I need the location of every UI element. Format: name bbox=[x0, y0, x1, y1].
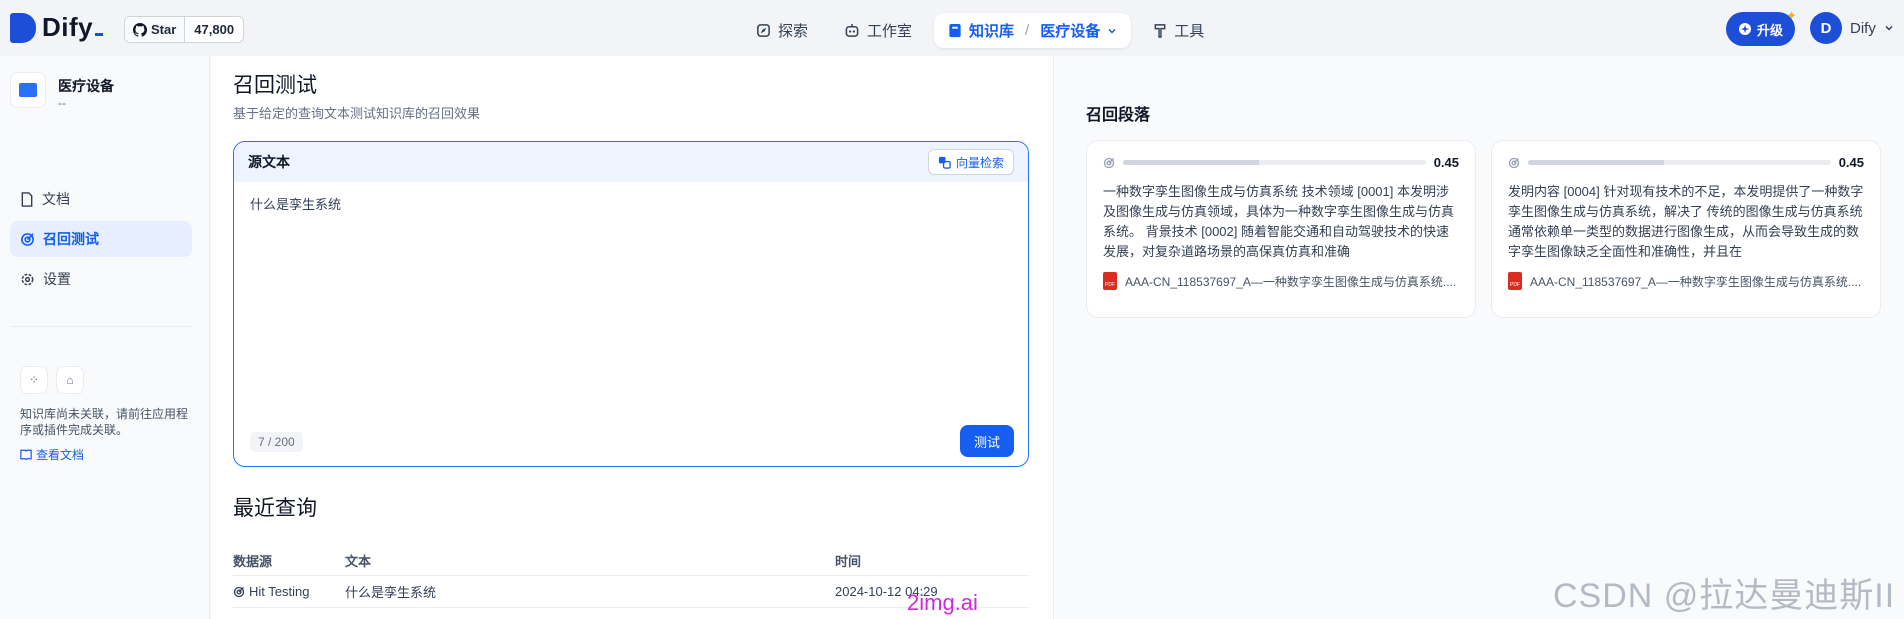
target-icon bbox=[1103, 157, 1115, 168]
column-header: 时间 bbox=[835, 554, 862, 569]
book-icon bbox=[949, 23, 961, 38]
github-star-label: Star bbox=[151, 22, 177, 37]
main-panel: 召回测试 基于给定的查询文本测试知识库的召回效果 源文本 向量检索 什么是孪生系… bbox=[211, 56, 1053, 619]
logo-text: Dify bbox=[42, 12, 103, 43]
dify-logo[interactable]: Dify bbox=[10, 12, 103, 43]
retrieval-method-button[interactable]: 向量检索 bbox=[927, 149, 1014, 175]
score-bar bbox=[1528, 160, 1831, 165]
source-text: Hit Testing bbox=[249, 584, 310, 599]
nav-knowledge[interactable]: 知识库 / 医疗设备 bbox=[934, 13, 1132, 48]
query-textarea[interactable]: 什么是孪生系统 bbox=[234, 182, 1028, 225]
column-header: 文本 bbox=[345, 554, 372, 569]
upgrade-button[interactable]: 升级 ✦ bbox=[1726, 8, 1797, 46]
folder-icon bbox=[10, 72, 46, 108]
csdn-watermark: CSDN @拉达曼迪斯II bbox=[1553, 577, 1896, 615]
star-icon: ✦ bbox=[1786, 8, 1798, 23]
score-row: 0.45 bbox=[1508, 155, 1864, 170]
vector-search-icon bbox=[938, 156, 951, 169]
results-title: 召回段落 bbox=[1086, 107, 1151, 124]
gear-icon bbox=[21, 273, 34, 285]
nav-tools[interactable]: 工具 bbox=[1139, 13, 1218, 48]
score-bar-fill bbox=[1123, 160, 1260, 165]
dataset-name: 医疗设备 bbox=[58, 78, 114, 94]
app-icon: ⁘ bbox=[20, 366, 48, 394]
page-subtitle: 基于给定的查询文本测试知识库的召回效果 bbox=[233, 106, 481, 121]
sidebar-item-documents[interactable]: 文档 bbox=[10, 181, 192, 217]
retrieval-method-label: 向量检索 bbox=[955, 155, 1004, 170]
pdf-icon: PDF bbox=[1103, 272, 1117, 290]
dataset-desc: -- bbox=[58, 96, 66, 110]
dataset-info: 医疗设备 -- bbox=[10, 72, 114, 110]
view-docs-label: 查看文档 bbox=[36, 448, 85, 462]
char-count: 7 / 200 bbox=[250, 432, 303, 452]
document-name: AAA-CN_118537697_A—一种数字孪生图像生成与仿真系统.... bbox=[1125, 274, 1457, 289]
segment-card[interactable]: 0.45 发明内容 [0004] 针对现有技术的不足，本发明提供了一种数字孪生图… bbox=[1491, 140, 1881, 318]
top-bar: Dify Star 47,800 探索 工作室 知识库 / 医疗设备 工具 升级… bbox=[0, 0, 1904, 56]
score-value: 0.45 bbox=[1433, 155, 1459, 170]
user-menu[interactable]: D Dify bbox=[1810, 12, 1894, 44]
score-row: 0.45 bbox=[1103, 155, 1459, 170]
target-icon bbox=[21, 232, 34, 246]
document-icon bbox=[21, 191, 33, 207]
sidebar: 医疗设备 -- 文档 召回测试 设置 ⁘ ⌂ 知识库尚未关联，请前往应用程序或插… bbox=[0, 56, 210, 619]
nav-explore[interactable]: 探索 bbox=[742, 13, 822, 48]
query-box-label: 源文本 bbox=[248, 154, 290, 170]
target-icon bbox=[233, 586, 245, 597]
pdf-icon: PDF bbox=[1508, 272, 1522, 290]
github-star-button[interactable]: Star 47,800 bbox=[124, 16, 245, 43]
unlinked-tip: ⁘ ⌂ 知识库尚未关联，请前往应用程序或插件完成关联。 查看文档 bbox=[20, 366, 190, 463]
robot-icon bbox=[845, 23, 859, 37]
nav-tools-label: 工具 bbox=[1174, 23, 1205, 40]
logo-mark bbox=[10, 12, 36, 43]
query-text-cell: 什么是孪生系统 bbox=[345, 585, 437, 600]
site-watermark: 2img.ai bbox=[907, 590, 978, 615]
sidebar-item-settings[interactable]: 设置 bbox=[10, 261, 192, 297]
upgrade-label: 升级 bbox=[1757, 22, 1784, 38]
segment-content: 发明内容 [0004] 针对现有技术的不足，本发明提供了一种数字孪生图像生成与仿… bbox=[1508, 184, 1864, 258]
nav-studio[interactable]: 工作室 bbox=[830, 13, 926, 48]
table-header: 数据源 文本 时间 bbox=[233, 546, 1029, 576]
sidebar-item-label: 召回测试 bbox=[43, 231, 99, 247]
sidebar-item-label: 设置 bbox=[43, 271, 71, 287]
source-document[interactable]: PDF AAA-CN_118537697_A—一种数字孪生图像生成与仿真系统..… bbox=[1508, 272, 1864, 290]
plugin-icon: ⌂ bbox=[56, 366, 84, 394]
nav-separator: / bbox=[1025, 22, 1030, 39]
github-star-count: 47,800 bbox=[194, 22, 235, 37]
user-name: Dify bbox=[1850, 19, 1876, 37]
github-icon bbox=[133, 22, 147, 37]
explore-icon bbox=[757, 24, 770, 37]
nav-studio-label: 工作室 bbox=[867, 23, 913, 40]
recent-queries-title: 最近查询 bbox=[233, 497, 317, 520]
chevron-down-icon[interactable] bbox=[1107, 26, 1117, 36]
score-bar bbox=[1123, 160, 1426, 165]
avatar: D bbox=[1810, 12, 1842, 44]
document-name: AAA-CN_118537697_A—一种数字孪生图像生成与仿真系统.... bbox=[1530, 274, 1862, 289]
sparkle-icon bbox=[1739, 23, 1751, 35]
nav-knowledge-label: 知识库 bbox=[969, 23, 1015, 40]
view-docs-link[interactable]: 查看文档 bbox=[20, 446, 190, 463]
segment-content: 一种数字孪生图像生成与仿真系统 技术领域 [0001] 本发明涉及图像生成与仿真… bbox=[1103, 184, 1455, 258]
score-bar-fill bbox=[1528, 160, 1665, 165]
test-button[interactable]: 测试 bbox=[960, 425, 1014, 457]
sidebar-item-label: 文档 bbox=[42, 191, 70, 207]
query-box: 源文本 向量检索 什么是孪生系统 7 / 200 测试 bbox=[233, 141, 1029, 467]
nav-current-dataset[interactable]: 医疗设备 bbox=[1040, 20, 1100, 41]
nav-explore-label: 探索 bbox=[778, 23, 809, 40]
hammer-icon bbox=[1154, 24, 1166, 38]
book-open-icon bbox=[20, 449, 32, 460]
column-header: 数据源 bbox=[233, 554, 273, 569]
target-icon bbox=[1508, 157, 1520, 168]
source-cell: Hit Testing bbox=[233, 584, 345, 599]
page-title: 召回测试 bbox=[233, 74, 317, 97]
score-value: 0.45 bbox=[1838, 155, 1864, 170]
main-nav: 探索 工作室 知识库 / 医疗设备 工具 bbox=[742, 13, 1218, 48]
chevron-down-icon bbox=[1885, 25, 1893, 31]
sidebar-menu: 文档 召回测试 设置 bbox=[10, 181, 192, 301]
source-document[interactable]: PDF AAA-CN_118537697_A—一种数字孪生图像生成与仿真系统..… bbox=[1103, 272, 1459, 290]
tip-text: 知识库尚未关联，请前往应用程序或插件完成关联。 bbox=[20, 407, 189, 437]
sidebar-item-hit-testing[interactable]: 召回测试 bbox=[10, 221, 192, 257]
sidebar-divider bbox=[10, 326, 192, 327]
segment-card[interactable]: 0.45 一种数字孪生图像生成与仿真系统 技术领域 [0001] 本发明涉及图像… bbox=[1086, 140, 1476, 318]
results-panel: 召回段落 0.45 一种数字孪生图像生成与仿真系统 技术领域 [0001] 本发… bbox=[1053, 56, 1904, 619]
